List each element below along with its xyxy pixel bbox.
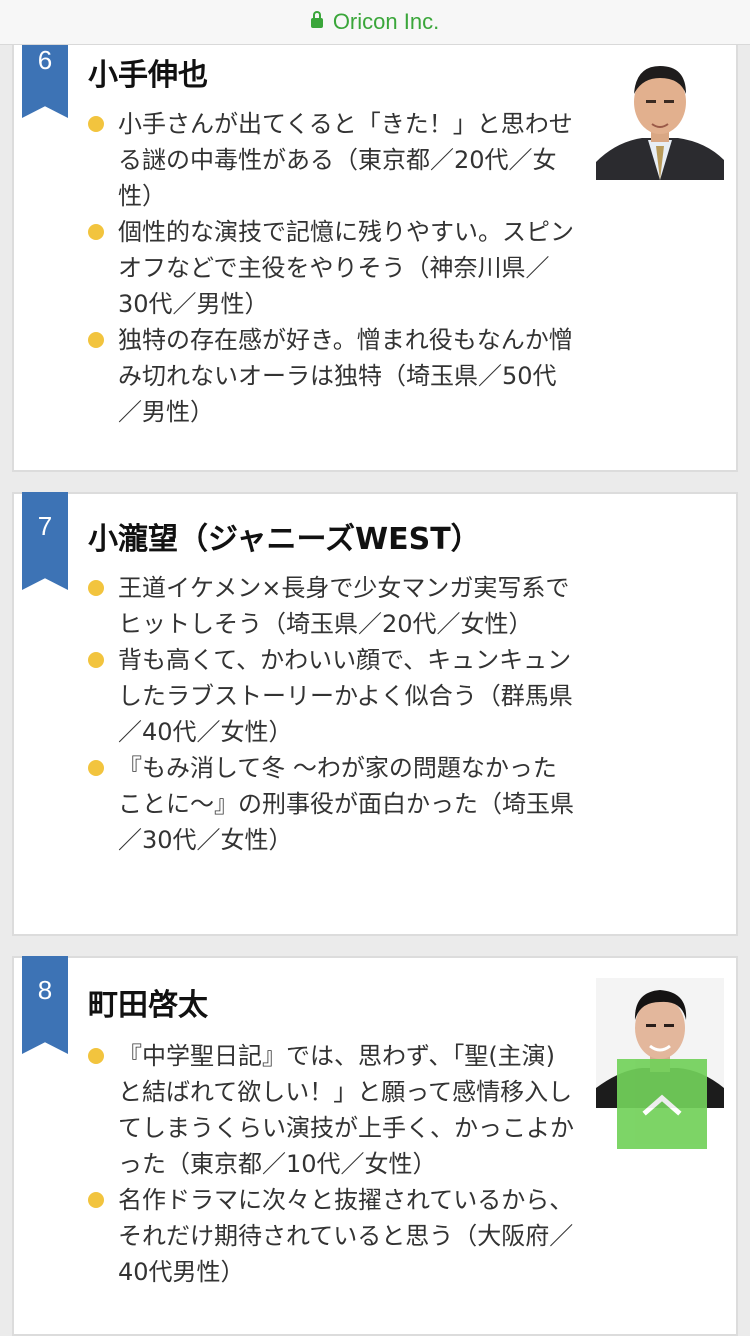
comment-item: 名作ドラマに次々と抜擢されているから、それだけ期待されていると思う（大阪府／40… <box>88 1182 574 1290</box>
comment-list: 王道イケメン×長身で少女マンガ実写系でヒットしそう（埼玉県／20代／女性） 背も… <box>88 570 574 858</box>
comment-item: 王道イケメン×長身で少女マンガ実写系でヒットしそう（埼玉県／20代／女性） <box>88 570 574 642</box>
actor-name: 町田啓太 <box>88 988 208 1023</box>
actor-name: 小瀧望（ジャニーズWEST） <box>88 522 481 557</box>
comment-list: 『中学聖日記』では、思わず、「聖(主演)と結ばれて欲しい！」と願って感情移入して… <box>88 1038 574 1290</box>
comment-list: 小手さんが出てくると「きた！」と思わせる謎の中毒性がある（東京都／20代／女性）… <box>88 106 574 430</box>
comment-item: 『中学聖日記』では、思わず、「聖(主演)と結ばれて欲しい！」と願って感情移入して… <box>88 1038 574 1182</box>
comment-item: 背も高くて、かわいい顔で、キュンキュンしたラブストーリーかよく似合う（群馬県／4… <box>88 642 574 750</box>
actor-photo <box>596 50 724 180</box>
scroll-to-top-button[interactable] <box>617 1059 707 1149</box>
chevron-up-icon <box>642 1094 682 1116</box>
ranking-card-7: 7 小瀧望（ジャニーズWEST） 王道イケメン×長身で少女マンガ実写系でヒットし… <box>12 492 738 936</box>
rank-badge: 7 <box>22 492 68 590</box>
actor-photo-image <box>596 50 724 180</box>
comment-item: 『もみ消して冬 〜わが家の問題なかったことに〜』の刑事役が面白かった（埼玉県／3… <box>88 750 574 858</box>
comment-item: 小手さんが出てくると「きた！」と思わせる謎の中毒性がある（東京都／20代／女性） <box>88 106 574 214</box>
comment-item: 個性的な演技で記憶に残りやすい。スピンオフなどで主役をやりそう（神奈川県／30代… <box>88 214 574 322</box>
rank-badge: 8 <box>22 956 68 1054</box>
lock-icon <box>310 11 323 28</box>
comment-item: 独特の存在感が好き。憎まれ役もなんか憎み切れないオーラは独特（埼玉県／50代／男… <box>88 322 574 430</box>
rank-number: 7 <box>37 511 53 541</box>
url-domain: Oricon Inc. <box>332 9 440 34</box>
actor-name: 小手伸也 <box>88 58 208 93</box>
url-bar[interactable]: Oricon Inc. <box>0 0 750 45</box>
rank-number: 8 <box>37 975 53 1005</box>
ranking-card-6: 6 小手伸也 小手さんが出てくると「きた！」と思わせる謎の中毒性がある（東京都／… <box>12 20 738 472</box>
